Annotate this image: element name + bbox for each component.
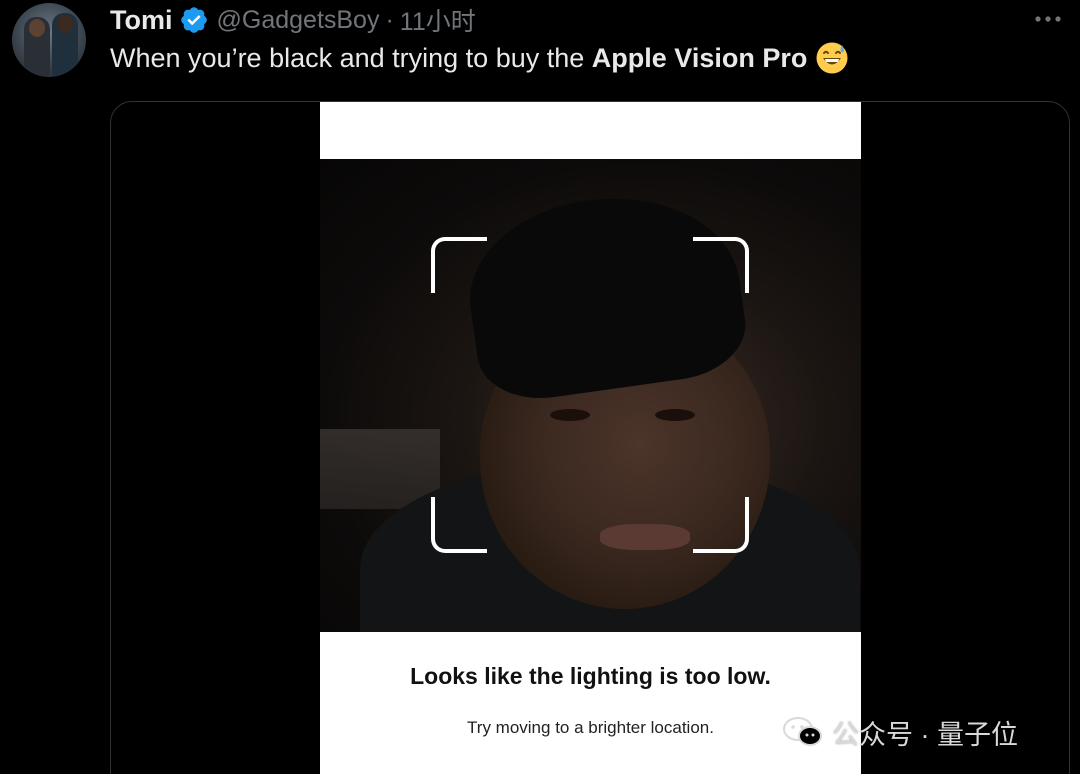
avatar[interactable] — [12, 3, 86, 77]
lighting-warning-title: Looks like the lighting is too low. — [410, 663, 771, 689]
tweet-timestamp[interactable]: 11小时 — [400, 2, 476, 38]
face-photo — [320, 159, 861, 632]
scan-frame-corner-bottom-right — [693, 497, 749, 553]
grinning-face-with-sweat-icon — [815, 41, 849, 75]
author-name[interactable]: Tomi — [110, 5, 173, 36]
watermark-text: 公众号 · 量子位 — [832, 719, 1018, 750]
scan-frame-corner-top-right — [693, 237, 749, 293]
lighting-warning-subtitle: Try moving to a brighter location. — [467, 718, 714, 737]
watermark: 公众号 · 量子位 — [782, 713, 1018, 751]
avatar-person-left — [24, 17, 50, 77]
tweet[interactable]: Tomi @GadgetsBoy · 11小时 When you’re blac… — [0, 0, 1080, 774]
verified-badge-icon[interactable] — [179, 5, 209, 35]
tweet-header: Tomi @GadgetsBoy · 11小时 — [110, 3, 476, 37]
tweet-text: When you’re black and trying to buy the … — [110, 41, 849, 75]
tweet-media[interactable]: Looks like the lighting is too low. Try … — [110, 101, 1070, 774]
screenshot-image: Looks like the lighting is too low. Try … — [320, 102, 861, 774]
author-handle[interactable]: @GadgetsBoy — [217, 6, 380, 35]
wechat-icon — [782, 716, 824, 748]
scan-frame-corner-top-left — [431, 237, 487, 293]
tweet-text-prefix: When you’re black and trying to buy the — [110, 42, 585, 73]
separator-dot: · — [385, 5, 394, 34]
tweet-text-bold: Apple Vision Pro — [591, 42, 808, 73]
avatar-person-right — [52, 13, 78, 77]
more-options-icon[interactable] — [1030, 2, 1066, 36]
scan-frame-corner-bottom-left — [431, 497, 487, 553]
